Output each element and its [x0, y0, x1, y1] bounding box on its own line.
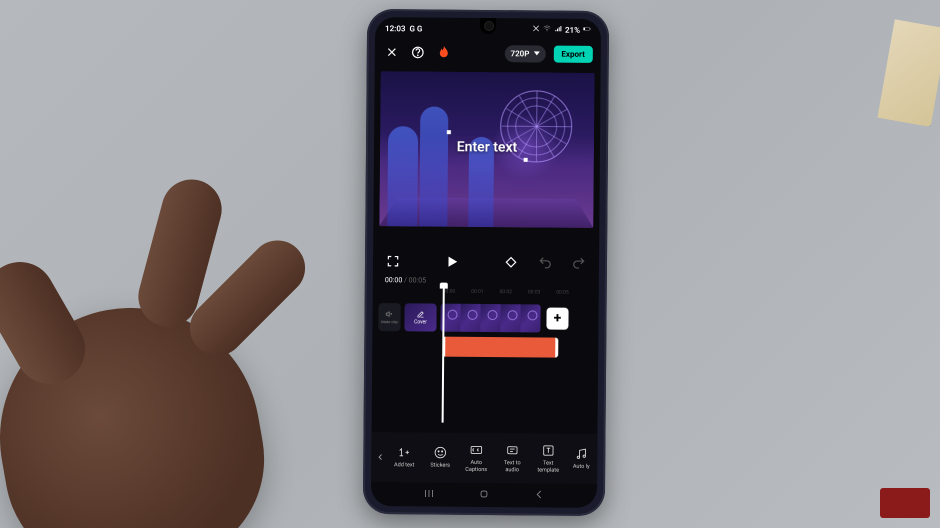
timeline[interactable]: Mute clip Cover +	[372, 298, 599, 434]
nfc-icon	[532, 24, 540, 34]
keyframe-button[interactable]	[503, 254, 519, 270]
ruler-tick: 00:05	[556, 290, 569, 300]
tool-strip: Add text Stickers Auto Captions Text to …	[371, 432, 597, 484]
desk-object	[842, 13, 940, 127]
android-nav-bar	[371, 482, 597, 508]
resolution-label: 720P	[511, 49, 530, 58]
human-hand	[0, 168, 340, 528]
text-template-tool[interactable]: Text template	[531, 436, 565, 480]
ruler-tick: 00:02	[499, 289, 512, 299]
mute-clip-button[interactable]: Mute clip	[378, 303, 400, 331]
tool-label: Text template	[537, 461, 559, 473]
tool-label: Text to audio	[504, 461, 521, 473]
status-right: 21%	[532, 24, 591, 35]
playback-controls	[373, 248, 599, 276]
text-overlay: Enter text	[457, 140, 518, 157]
help-button[interactable]	[409, 43, 427, 61]
status-left: 12:03 G G	[385, 24, 422, 33]
desk-surface: 12:03 G G 21%	[0, 0, 940, 528]
video-preview[interactable]: Enter text	[379, 71, 594, 228]
export-label: Export	[561, 49, 584, 58]
add-text-tool[interactable]: Add text	[387, 435, 421, 479]
text-track-clip[interactable]	[442, 337, 558, 358]
phone-body: 12:03 G G 21%	[363, 9, 609, 516]
time-display: 00:00 / 00:05	[373, 274, 599, 286]
phone-device: 12:03 G G 21%	[363, 9, 609, 516]
cover-label: Cover	[414, 319, 427, 325]
camera-notch	[480, 18, 496, 34]
back-button[interactable]	[532, 486, 546, 505]
battery-text: 21%	[565, 25, 580, 34]
video-watermark	[880, 488, 930, 518]
add-clip-button[interactable]: +	[546, 308, 568, 330]
tool-back-button[interactable]	[375, 437, 385, 477]
mute-label: Mute clip	[381, 319, 397, 324]
tool-label: Auto Captions	[465, 460, 487, 472]
ruler-tick: 00:03	[528, 289, 541, 299]
tool-label: Auto ly	[573, 464, 590, 470]
tool-label: Stickers	[430, 463, 450, 469]
ruler-tick: 00:01	[471, 289, 484, 299]
video-clip[interactable]	[440, 304, 540, 333]
redo-button[interactable]	[571, 255, 587, 271]
signal-icon	[554, 25, 562, 35]
undo-button[interactable]	[537, 254, 553, 270]
battery-icon	[583, 25, 591, 35]
recents-button[interactable]	[422, 485, 436, 504]
auto-lyrics-tool[interactable]: Auto ly	[567, 437, 595, 481]
wifi-icon	[543, 24, 551, 34]
status-indicator: G G	[409, 24, 422, 33]
close-button[interactable]	[383, 43, 401, 61]
auto-captions-tool[interactable]: Auto Captions	[459, 436, 493, 480]
export-button[interactable]: Export	[553, 45, 593, 62]
text-overlay-selection[interactable]: Enter text	[451, 135, 524, 159]
resolution-selector[interactable]: 720P	[504, 45, 545, 62]
stickers-tool[interactable]: Stickers	[423, 435, 457, 479]
phone-screen: 12:03 G G 21%	[371, 17, 601, 508]
play-button[interactable]	[444, 254, 460, 270]
tool-label: Add text	[394, 463, 414, 469]
flame-icon[interactable]	[435, 44, 453, 62]
video-track-row: Mute clip Cover +	[372, 302, 598, 334]
total-time: 00:05	[409, 276, 427, 284]
editor-top-toolbar: 720P Export	[375, 37, 601, 69]
current-time: 00:00	[385, 276, 403, 284]
fullscreen-button[interactable]	[385, 253, 401, 269]
status-time: 12:03	[385, 24, 406, 33]
text-to-audio-tool[interactable]: Text to audio	[495, 436, 529, 480]
home-button[interactable]	[477, 485, 491, 504]
cover-button[interactable]: Cover	[404, 303, 436, 331]
